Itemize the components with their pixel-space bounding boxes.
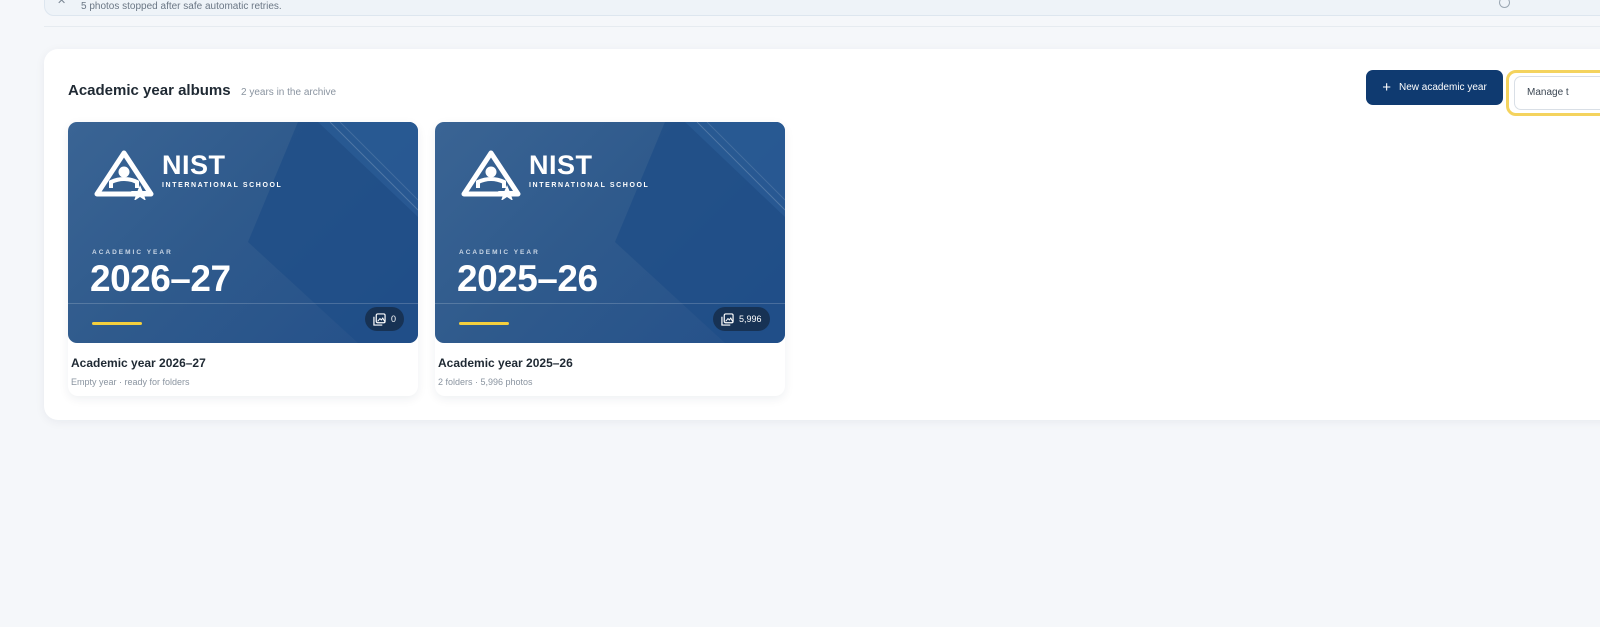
album-card[interactable]: NIST INTERNATIONAL SCHOOL ACADEMIC YEAR …: [435, 122, 785, 396]
brand-sub: INTERNATIONAL SCHOOL: [529, 182, 650, 189]
albums-panel: Academic year albums 2 years in the arch…: [44, 49, 1600, 420]
divider: [44, 26, 1600, 27]
nist-logo-icon: [461, 150, 521, 200]
cover-label: ACADEMIC YEAR: [459, 249, 540, 256]
spinner-icon: [1499, 0, 1510, 8]
school-logo: NIST INTERNATIONAL SCHOOL: [94, 150, 282, 200]
notice-text: 5 photos stopped after safe automatic re…: [81, 1, 282, 12]
cover-divider: [68, 303, 418, 304]
section-title: Academic year albums: [68, 82, 231, 99]
plus-icon: +: [1382, 79, 1391, 96]
new-academic-year-label: New academic year: [1398, 82, 1487, 93]
photo-count-badge: 0: [365, 307, 405, 331]
photo-count: 0: [391, 314, 397, 324]
accent-bar: [92, 322, 142, 325]
album-meta: Empty year · ready for folders: [71, 377, 190, 387]
new-academic-year-button[interactable]: + New academic year: [1366, 70, 1503, 105]
album-card[interactable]: NIST INTERNATIONAL SCHOOL ACADEMIC YEAR …: [68, 122, 418, 396]
cover-year: 2026–27: [90, 258, 231, 299]
brand-name: NIST: [529, 150, 593, 180]
album-meta: 2 folders · 5,996 photos: [438, 377, 533, 387]
warning-icon: ✕: [57, 0, 67, 7]
retry-notice: ✕ 5 photos stopped after safe automatic …: [44, 0, 1600, 16]
cover-divider: [435, 303, 785, 304]
section-subtitle: 2 years in the archive: [241, 87, 337, 98]
accent-bar: [459, 322, 509, 325]
photo-count-badge: 5,996: [713, 307, 770, 331]
brand-sub: INTERNATIONAL SCHOOL: [162, 182, 283, 189]
cover-label: ACADEMIC YEAR: [92, 249, 173, 256]
photo-count: 5,996: [739, 314, 762, 324]
photos-icon: [721, 312, 734, 326]
school-logo: NIST INTERNATIONAL SCHOOL: [461, 150, 649, 200]
album-cover[interactable]: NIST INTERNATIONAL SCHOOL ACADEMIC YEAR …: [435, 122, 785, 343]
brand-name: NIST: [162, 150, 226, 180]
album-cover[interactable]: NIST INTERNATIONAL SCHOOL ACADEMIC YEAR …: [68, 122, 418, 343]
photos-icon: [373, 312, 386, 326]
nist-logo-icon: [94, 150, 154, 200]
album-title[interactable]: Academic year 2025–26: [438, 356, 573, 370]
album-title[interactable]: Academic year 2026–27: [71, 356, 206, 370]
cover-year: 2025–26: [457, 258, 598, 299]
manage-button[interactable]: Manage t: [1514, 76, 1600, 110]
